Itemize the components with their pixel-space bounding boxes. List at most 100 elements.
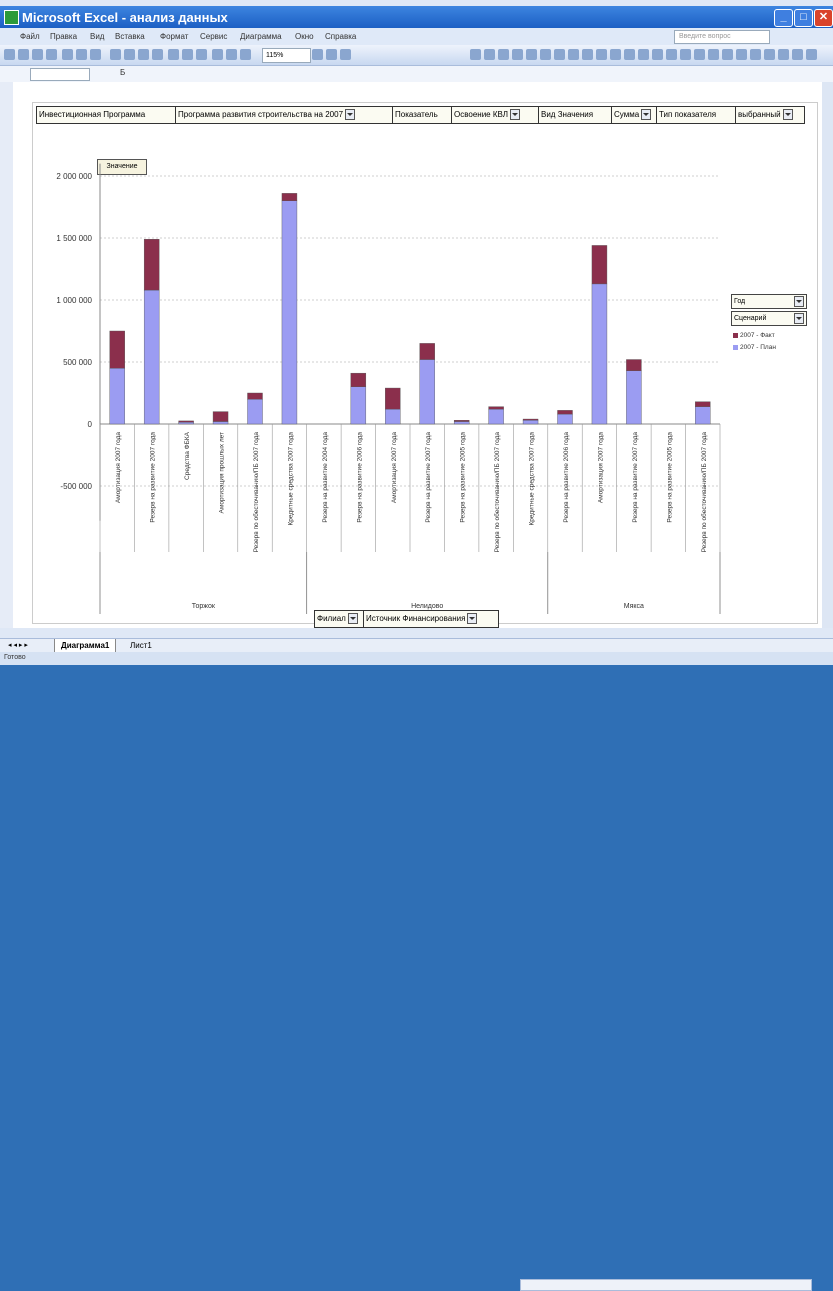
menu-item-1[interactable]: Правка <box>50 32 77 41</box>
chevron-down-icon[interactable] <box>794 313 804 324</box>
toolbar-button-icon[interactable] <box>240 49 251 60</box>
chevron-down-icon[interactable] <box>782 109 793 121</box>
toolbar-button-icon[interactable] <box>568 49 579 60</box>
toolbar-button-icon[interactable] <box>124 49 135 60</box>
year-field-label: Год <box>734 298 746 305</box>
toolbar-button-icon[interactable] <box>90 49 101 60</box>
toolbar-button-icon[interactable] <box>498 49 509 60</box>
toolbar-button-icon[interactable] <box>32 49 43 60</box>
toolbar-button-icon[interactable] <box>736 49 747 60</box>
toolbar-button-icon[interactable] <box>76 49 87 60</box>
legend-label: 2007 - Факт <box>740 332 775 339</box>
page-field-button[interactable]: Показатель <box>392 106 454 124</box>
tab-nav-arrows[interactable]: ◂ ◂ ▸ ▸ <box>2 639 34 652</box>
toolbar-button-icon[interactable] <box>582 49 593 60</box>
chevron-down-icon[interactable] <box>510 109 520 121</box>
field-label: Инвестиционная Программа <box>39 110 146 119</box>
vertical-scrollbar[interactable] <box>822 82 833 628</box>
toolbar-button-icon[interactable] <box>138 49 149 60</box>
toolbar-button-icon[interactable] <box>806 49 817 60</box>
menu-item-8[interactable]: Справка <box>325 32 356 41</box>
toolbar-button-icon[interactable] <box>694 49 705 60</box>
toolbar-button-icon[interactable] <box>638 49 649 60</box>
toolbar-button-icon[interactable] <box>152 49 163 60</box>
minimize-button[interactable]: _ <box>774 9 793 27</box>
menu-item-3[interactable]: Вставка <box>115 32 145 41</box>
toolbar-button-icon[interactable] <box>526 49 537 60</box>
menu-item-7[interactable]: Окно <box>295 32 314 41</box>
toolbar-button-icon[interactable] <box>484 49 495 60</box>
toolbar-button-icon[interactable] <box>680 49 691 60</box>
page-field-button[interactable]: Инвестиционная Программа <box>36 106 178 124</box>
zoom-select[interactable]: 115% <box>262 48 311 63</box>
row-field-button[interactable]: Источник Финансирования <box>363 610 499 628</box>
tab-sheet1[interactable]: Лист1 <box>124 639 158 652</box>
tab-chart1[interactable]: Диаграмма1 <box>54 639 117 653</box>
toolbar-button-icon[interactable] <box>624 49 635 60</box>
chevron-down-icon[interactable] <box>347 613 358 625</box>
page-field-button[interactable]: Освоение КВЛ <box>451 106 541 124</box>
toolbar-button-icon[interactable] <box>652 49 663 60</box>
page-field-button[interactable]: Сумма <box>611 106 659 124</box>
menu-item-0[interactable]: Файл <box>20 32 40 41</box>
toolbar-button-icon[interactable] <box>168 49 179 60</box>
legend-entry-plan: 2007 - План <box>733 344 776 351</box>
page-field-button[interactable]: выбранный <box>735 106 805 124</box>
name-box[interactable] <box>30 68 90 81</box>
chart-area[interactable] <box>32 102 818 624</box>
toolbar-button-icon[interactable] <box>196 49 207 60</box>
toolbar-button-icon[interactable] <box>326 49 337 60</box>
toolbar-button-icon[interactable] <box>596 49 607 60</box>
toolbar-button-icon[interactable] <box>18 49 29 60</box>
chevron-down-icon[interactable] <box>345 109 356 121</box>
toolbar-button-icon[interactable] <box>46 49 57 60</box>
toolbar-button-icon[interactable] <box>792 49 803 60</box>
formula-bar: Б <box>0 66 833 83</box>
status-text: Готово <box>4 654 26 661</box>
toolbar-button-icon[interactable] <box>226 49 237 60</box>
toolbar-button-icon[interactable] <box>470 49 481 60</box>
field-label: Освоение КВЛ <box>454 110 508 119</box>
data-field-button[interactable]: Значение <box>97 159 147 175</box>
toolbar-button-icon[interactable] <box>778 49 789 60</box>
status-bar: Готово <box>0 652 833 665</box>
toolbar-button-icon[interactable] <box>62 49 73 60</box>
toolbar-button-icon[interactable] <box>340 49 351 60</box>
maximize-button[interactable]: □ <box>794 9 813 27</box>
toolbar-button-icon[interactable] <box>512 49 523 60</box>
toolbar-button-icon[interactable] <box>610 49 621 60</box>
menu-item-2[interactable]: Вид <box>90 32 104 41</box>
field-label: Источник Финансирования <box>366 614 466 623</box>
menu-item-6[interactable]: Диаграмма <box>240 32 282 41</box>
chevron-down-icon[interactable] <box>641 109 652 121</box>
toolbar-button-icon[interactable] <box>722 49 733 60</box>
chevron-down-icon[interactable] <box>794 296 804 307</box>
toolbar-button-icon[interactable] <box>666 49 677 60</box>
page-field-button[interactable]: Тип показателя <box>656 106 738 124</box>
toolbar-button-icon[interactable] <box>312 49 323 60</box>
page-field-button[interactable]: Вид Значения <box>538 106 614 124</box>
chevron-down-icon[interactable] <box>467 613 478 625</box>
close-button[interactable]: ✕ <box>814 9 833 27</box>
toolbar-button-icon[interactable] <box>764 49 775 60</box>
page-field-button[interactable]: Программа развития строительства на 2007 <box>175 106 395 124</box>
toolbar-button-icon[interactable] <box>750 49 761 60</box>
menu-item-4[interactable]: Формат <box>160 32 188 41</box>
row-field-button[interactable]: Филиал <box>314 610 366 628</box>
scenario-field-button[interactable]: Сценарий <box>731 311 807 326</box>
legend-swatch <box>733 344 738 350</box>
toolbar-button-icon[interactable] <box>540 49 551 60</box>
toolbar-button-icon[interactable] <box>110 49 121 60</box>
column-marker: Б <box>120 68 126 77</box>
year-field-button[interactable]: Год <box>731 294 807 309</box>
toolbar-button-icon[interactable] <box>4 49 15 60</box>
help-search-input[interactable]: Введите вопрос <box>674 30 770 44</box>
toolbar-button-icon[interactable] <box>708 49 719 60</box>
legend-entry-fact: 2007 - Факт <box>733 332 775 339</box>
horizontal-scrollbar[interactable] <box>520 1279 812 1291</box>
legend-label: 2007 - План <box>740 344 776 351</box>
toolbar-button-icon[interactable] <box>212 49 223 60</box>
toolbar-button-icon[interactable] <box>182 49 193 60</box>
toolbar-button-icon[interactable] <box>554 49 565 60</box>
menu-item-5[interactable]: Сервис <box>200 32 227 41</box>
